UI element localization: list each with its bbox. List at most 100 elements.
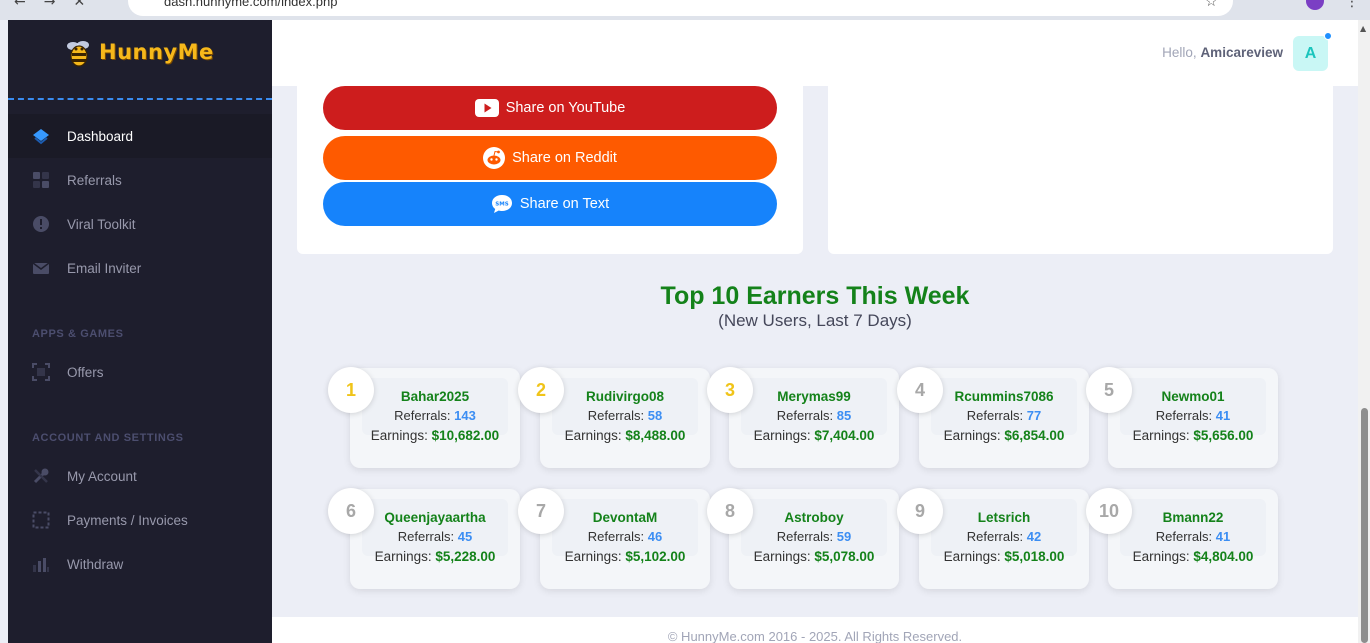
youtube-icon [474, 99, 499, 117]
sidebar-item-label: My Account [67, 468, 137, 484]
referrals-label: Referrals: [394, 408, 451, 423]
earner-earnings: Earnings: $6,854.00 [919, 428, 1089, 443]
earner-card-inner [741, 378, 887, 435]
dashed-frame-icon [32, 511, 50, 529]
referrals-label: Referrals: [397, 529, 455, 544]
username[interactable]: Amicareview [1200, 45, 1283, 60]
scrollbar-thumb[interactable] [1361, 408, 1368, 643]
referrals-value: 143 [454, 408, 476, 423]
earner-referrals: Referrals: 59 [729, 529, 899, 544]
frame-icon [32, 363, 50, 381]
referrals-label: Referrals: [966, 408, 1024, 423]
referrals-value: 58 [647, 408, 663, 423]
browser-profile-icon[interactable] [1306, 0, 1324, 10]
earner-card: 1 Bahar2025 Referrals: 143 Earnings: $10… [328, 367, 520, 468]
referrals-label: Referrals: [776, 529, 834, 544]
browser-toolbar: ←→✕ dash.hunnyme.com/index.php ☆ ⋮ [0, 0, 1370, 20]
earnings-value: $5,656.00 [1193, 428, 1254, 443]
sidebar-item-viral-toolkit[interactable]: Viral Toolkit [8, 202, 272, 246]
earner-card-inner [931, 378, 1077, 435]
share-reddit-label: Share on Reddit [512, 150, 617, 166]
earnings-label: Earnings: [374, 549, 432, 564]
earnings-label: Earnings: [564, 428, 622, 443]
address-bar[interactable]: dash.hunnyme.com/index.php [128, 0, 1233, 16]
earnings-value: $5,018.00 [1004, 549, 1065, 564]
brand-logo[interactable]: HunnyMe [8, 20, 272, 100]
alert-circle-icon [33, 216, 49, 232]
earner-earnings: Earnings: $5,078.00 [729, 549, 899, 564]
referrals-label: Referrals: [587, 529, 645, 544]
share-reddit-button[interactable]: Share on Reddit [323, 136, 777, 180]
info-card [828, 86, 1333, 254]
referrals-value: 46 [647, 529, 663, 544]
referrals-label: Referrals: [776, 408, 834, 423]
referrals-label: Referrals: [1155, 529, 1213, 544]
bookmark-star-icon[interactable]: ☆ [1205, 0, 1218, 10]
page-footer: © HunnyMe.com 2016 - 2025. All Rights Re… [272, 617, 1358, 643]
earner-card: 5 Newmo01 Referrals: 41 Earnings: $5,656… [1086, 367, 1278, 468]
earner-card-inner [1120, 378, 1266, 435]
earner-referrals: Referrals: 45 [350, 529, 520, 544]
earner-name: Astroboy [784, 510, 844, 525]
sidebar-item-email-inviter[interactable]: Email Inviter [8, 246, 272, 290]
earner-name: Rudivirgo08 [585, 389, 664, 404]
share-text-button[interactable]: SMS Share on Text [323, 182, 777, 226]
sidebar-item-payments[interactable]: Payments / Invoices [8, 498, 272, 542]
share-youtube-button[interactable]: Share on YouTube [323, 86, 777, 130]
avatar[interactable]: A [1293, 36, 1328, 71]
earner-card-inner [1120, 499, 1266, 556]
sidebar-item-withdraw[interactable]: Withdraw [8, 542, 272, 586]
earnings-value: $6,854.00 [1004, 428, 1065, 443]
browser-nav-icons[interactable]: ←→✕ [14, 0, 103, 10]
browser-menu-icon[interactable]: ⋮ [1345, 0, 1359, 10]
sidebar-item-dashboard[interactable]: Dashboard [8, 114, 272, 158]
section-title-apps: APPS & GAMES [32, 328, 124, 340]
top-header: Hello, Amicareview A [272, 20, 1358, 86]
sidebar-item-label: Payments / Invoices [67, 512, 188, 528]
earnings-label: Earnings: [1132, 428, 1190, 443]
share-text-label: Share on Text [519, 196, 610, 212]
earner-card-inner [552, 499, 698, 556]
earnings-label: Earnings: [753, 428, 811, 443]
earnings-value: $10,682.00 [431, 428, 500, 443]
leaderboard-title: Top 10 Earners This Week [660, 282, 970, 310]
earner-card: 6 Queenjayaartha Referrals: 45 Earnings:… [328, 488, 520, 589]
earner-card: 4 Rcummins7086 Referrals: 77 Earnings: $… [897, 367, 1089, 468]
greeting-text: Hello, [1162, 45, 1197, 60]
earner-name: Bahar2025 [400, 389, 470, 404]
referrals-value: 41 [1215, 408, 1231, 423]
sms-icon: SMS [491, 195, 512, 213]
earnings-label: Earnings: [1132, 549, 1190, 564]
sidebar-item-label: Viral Toolkit [67, 216, 136, 232]
earner-earnings: Earnings: $7,404.00 [729, 428, 899, 443]
sidebar-item-referrals[interactable]: Referrals [8, 158, 272, 202]
earnings-label: Earnings: [753, 549, 811, 564]
earner-card: 10 Bmann22 Referrals: 41 Earnings: $4,80… [1086, 488, 1278, 589]
earner-card-inner [362, 499, 508, 556]
reddit-icon [483, 147, 506, 169]
scroll-up-arrow-icon[interactable]: ▲ [1360, 24, 1366, 33]
earnings-value: $5,228.00 [435, 549, 496, 564]
sidebar-item-offers[interactable]: Offers [8, 350, 272, 394]
earner-name: Letsrich [977, 510, 1031, 525]
earnings-label: Earnings: [564, 549, 622, 564]
layers-icon [33, 129, 49, 145]
earner-earnings: Earnings: $5,018.00 [919, 549, 1089, 564]
earnings-value: $4,804.00 [1193, 549, 1254, 564]
earner-earnings: Earnings: $5,656.00 [1108, 428, 1278, 443]
sidebar-item-label: Offers [67, 364, 104, 380]
earner-referrals: Referrals: 42 [919, 529, 1089, 544]
earner-earnings: Earnings: $4,804.00 [1108, 549, 1278, 564]
earner-name: Newmo01 [1161, 389, 1225, 404]
bee-logo-icon [67, 41, 89, 67]
earner-name: Rcummins7086 [954, 389, 1054, 404]
sidebar-item-my-account[interactable]: My Account [8, 454, 272, 498]
earnings-label: Earnings: [943, 549, 1001, 564]
sidebar: HunnyMe Dashboard Referrals Viral Toolki… [8, 20, 272, 643]
sidebar-item-label: Email Inviter [67, 260, 142, 276]
earnings-label: Earnings: [370, 428, 428, 443]
svg-text:SMS: SMS [495, 202, 508, 208]
sidebar-item-label: Dashboard [67, 128, 134, 144]
brand-name: HunnyMe [99, 40, 214, 64]
earner-earnings: Earnings: $8,488.00 [540, 428, 710, 443]
